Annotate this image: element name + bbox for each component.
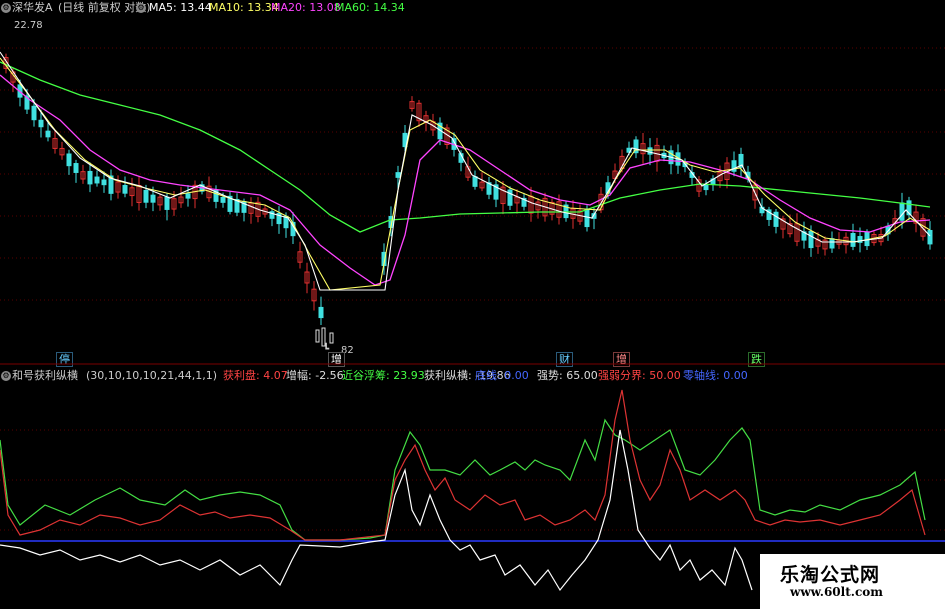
- ma5-line: [0, 51, 931, 291]
- candle-body: [31, 105, 37, 121]
- candle-body: [73, 163, 79, 173]
- candle-body: [66, 153, 72, 167]
- candle-body: [164, 196, 170, 210]
- candle-body: [703, 183, 709, 191]
- stock-chart-window: ⚙ 深华发A (日线 前复权 对数) ⚙ MA5: 13.44 MA10: 13…: [0, 0, 945, 609]
- candle-body: [38, 119, 44, 128]
- candle-body: [318, 306, 324, 319]
- candle-body: [584, 209, 590, 228]
- grid-lines: [0, 47, 945, 531]
- candle-body: [899, 202, 905, 221]
- profit-line: [0, 389, 926, 541]
- candle-body: [829, 238, 835, 249]
- candle-body: [143, 189, 149, 203]
- candle-body: [101, 179, 107, 186]
- candle-body: [927, 229, 933, 245]
- chart-canvas[interactable]: [0, 0, 945, 609]
- watermark-url: www.60lt.com: [790, 585, 883, 599]
- candle-body: [185, 193, 191, 199]
- main-indicator-line: [0, 429, 753, 592]
- candle-body: [45, 130, 51, 138]
- candle-body: [395, 172, 401, 178]
- candle-body: [808, 230, 814, 249]
- moving-average-lines: [0, 51, 931, 291]
- candle-body: [315, 329, 320, 343]
- candle-body: [321, 327, 326, 347]
- candle-body: [122, 184, 128, 194]
- candle-body: [472, 176, 478, 187]
- candle-body: [773, 211, 779, 227]
- watermark-title: 乐淘公式网: [780, 564, 881, 586]
- floating-chip-line: [0, 418, 926, 541]
- watermark: 乐淘公式网 www.60lt.com: [760, 554, 945, 609]
- candlesticks: [3, 53, 933, 347]
- candle-body: [94, 176, 100, 184]
- candle-body: [87, 170, 93, 185]
- candle-body: [647, 147, 653, 155]
- candle-body: [329, 332, 334, 344]
- candle-body: [220, 196, 226, 203]
- candle-body: [150, 194, 156, 203]
- candle-body: [850, 232, 856, 247]
